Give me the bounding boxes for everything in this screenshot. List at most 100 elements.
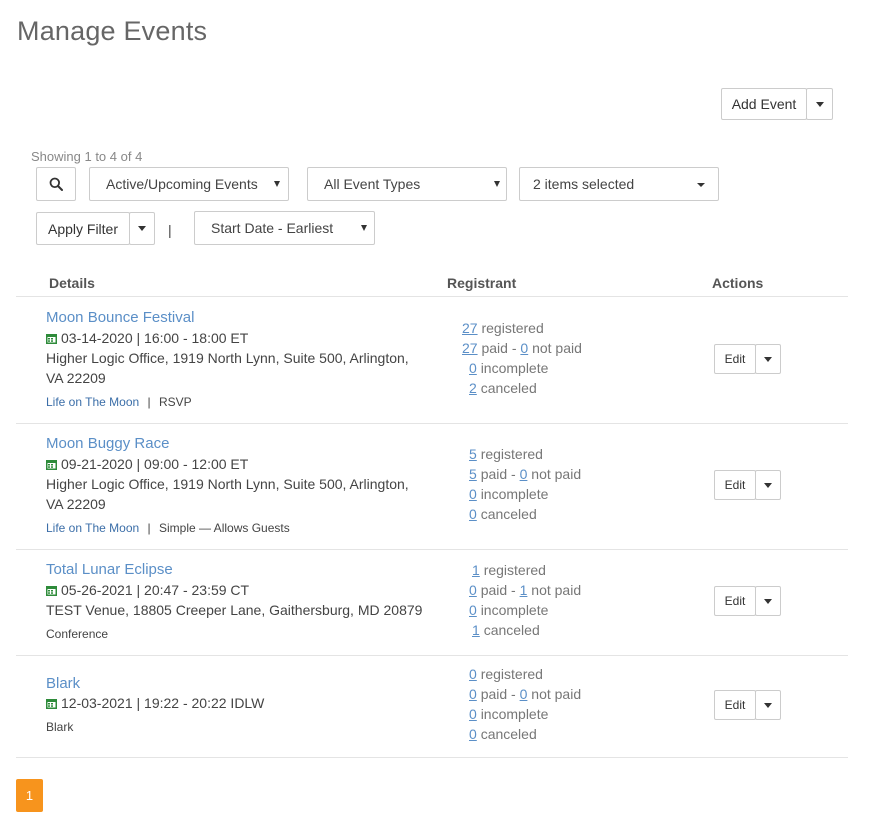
event-type-filter-value: All Event Types xyxy=(324,176,421,192)
paid-label: paid xyxy=(480,466,508,482)
edit-dropdown-toggle[interactable] xyxy=(755,470,781,500)
event-title-link[interactable]: Blark xyxy=(46,675,80,692)
paid-count-link[interactable]: 27 xyxy=(462,340,478,356)
canceled-count-link[interactable]: 0 xyxy=(469,726,477,742)
page-title: Manage Events xyxy=(17,16,208,46)
edit-button-group: Edit xyxy=(714,690,781,720)
registered-count-link[interactable]: 0 xyxy=(469,666,477,682)
event-location: Higher Logic Office, 1919 North Lynn, Su… xyxy=(46,350,409,386)
caret-down-icon xyxy=(138,226,146,231)
event-date-text: 05-26-2021 | 20:47 - 23:59 CT xyxy=(61,582,250,598)
paid-label: paid xyxy=(480,686,508,702)
add-event-button[interactable]: Add Event xyxy=(721,88,807,120)
edit-label: Edit xyxy=(724,594,746,608)
not-paid-count-link[interactable]: 1 xyxy=(520,582,528,598)
dash-separator: - xyxy=(511,686,516,702)
event-category-link[interactable]: Life on The Moon xyxy=(46,395,139,409)
edit-button[interactable]: Edit xyxy=(714,586,756,616)
event-title-link[interactable]: Moon Buggy Race xyxy=(46,435,169,452)
event-date: 09-21-2020 | 09:00 - 12:00 ET xyxy=(46,456,248,472)
registered-label: registered xyxy=(481,320,544,336)
event-type-filter-select[interactable]: All Event Types xyxy=(307,167,507,201)
registered-count-link[interactable]: 27 xyxy=(462,320,478,336)
paid-count-link[interactable]: 0 xyxy=(469,582,477,598)
event-category-link[interactable]: Life on The Moon xyxy=(46,521,139,535)
edit-label: Edit xyxy=(724,698,746,712)
apply-filter-dropdown-toggle[interactable] xyxy=(129,212,155,245)
edit-dropdown-toggle[interactable] xyxy=(755,690,781,720)
edit-label: Edit xyxy=(724,478,746,492)
incomplete-label: incomplete xyxy=(480,706,549,722)
paid-label: paid xyxy=(481,340,508,356)
edit-dropdown-toggle[interactable] xyxy=(755,344,781,374)
event-date-text: 03-14-2020 | 16:00 - 18:00 ET xyxy=(61,330,249,346)
pagination-page-current[interactable]: 1 xyxy=(16,779,43,812)
not-paid-count-link[interactable]: 0 xyxy=(520,466,528,482)
dash-separator: - xyxy=(511,466,516,482)
edit-button[interactable]: Edit xyxy=(714,690,756,720)
dash-separator: - xyxy=(511,582,516,598)
filter-separator: | xyxy=(168,222,172,238)
status-filter-select[interactable]: Active/Upcoming Events xyxy=(89,167,289,201)
event-date: 12-03-2021 | 19:22 - 20:22 IDLW xyxy=(46,695,264,711)
canceled-label: canceled xyxy=(480,380,537,396)
dropdown-arrow-icon xyxy=(361,225,367,231)
status-filter-value: Active/Upcoming Events xyxy=(106,176,258,192)
search-button[interactable] xyxy=(36,167,76,201)
edit-button[interactable]: Edit xyxy=(714,344,756,374)
caret-down-icon xyxy=(815,101,824,107)
incomplete-count-link[interactable]: 0 xyxy=(469,706,477,722)
meta-separator: | xyxy=(147,395,151,409)
calendar-icon xyxy=(46,459,57,470)
registered-label: registered xyxy=(480,666,543,682)
canceled-count-link[interactable]: 1 xyxy=(472,622,480,638)
dropdown-arrow-icon xyxy=(274,181,280,187)
apply-filter-label: Apply Filter xyxy=(47,220,119,237)
registered-count-link[interactable]: 1 xyxy=(472,562,480,578)
registered-count-link[interactable]: 5 xyxy=(469,446,477,462)
paid-label: paid xyxy=(480,582,508,598)
edit-button-group: Edit xyxy=(714,586,781,616)
canceled-label: canceled xyxy=(480,506,537,522)
event-title-link[interactable]: Moon Bounce Festival xyxy=(46,309,194,326)
category-multiselect[interactable]: 2 items selected xyxy=(519,167,719,201)
canceled-label: canceled xyxy=(483,622,540,638)
event-type: Simple — Allows Guests xyxy=(159,521,290,535)
event-title-link[interactable]: Total Lunar Eclipse xyxy=(46,561,173,578)
table-row: Blark 12-03-2021 | 19:22 - 20:22 IDLW Bl… xyxy=(16,655,848,757)
not-paid-count-link[interactable]: 0 xyxy=(520,340,528,356)
event-type: RSVP xyxy=(159,395,192,409)
event-location: Higher Logic Office, 1919 North Lynn, Su… xyxy=(46,476,409,512)
edit-button[interactable]: Edit xyxy=(714,470,756,500)
registrant-stats: 1 registered 0 paid - 1 not paid 0 incom… xyxy=(469,560,581,640)
canceled-count-link[interactable]: 2 xyxy=(469,380,477,396)
event-meta: Blark xyxy=(46,720,73,734)
caret-down-icon xyxy=(764,356,772,362)
not-paid-label: not paid xyxy=(532,340,582,356)
add-event-dropdown-toggle[interactable] xyxy=(806,88,833,120)
edit-dropdown-toggle[interactable] xyxy=(755,586,781,616)
incomplete-count-link[interactable]: 0 xyxy=(469,360,477,376)
not-paid-label: not paid xyxy=(531,466,582,482)
event-date: 03-14-2020 | 16:00 - 18:00 ET xyxy=(46,330,248,346)
paid-count-link[interactable]: 0 xyxy=(469,686,477,702)
registrant-stats: 0 registered 0 paid - 0 not paid 0 incom… xyxy=(469,664,581,744)
sort-select[interactable]: Start Date - Earliest xyxy=(194,211,375,245)
edit-button-group: Edit xyxy=(714,470,781,500)
caret-down-icon xyxy=(764,702,772,708)
apply-filter-button[interactable]: Apply Filter xyxy=(36,212,130,245)
canceled-count-link[interactable]: 0 xyxy=(469,506,477,522)
column-header-actions: Actions xyxy=(712,275,764,291)
meta-separator: | xyxy=(147,521,151,535)
category-multiselect-value: 2 items selected xyxy=(533,176,635,192)
not-paid-count-link[interactable]: 0 xyxy=(520,686,528,702)
paid-count-link[interactable]: 5 xyxy=(469,466,477,482)
event-meta: Conference xyxy=(46,627,108,641)
event-category: Blark xyxy=(46,720,74,734)
incomplete-count-link[interactable]: 0 xyxy=(469,486,477,502)
event-date-text: 09-21-2020 | 09:00 - 12:00 ET xyxy=(61,456,249,472)
incomplete-count-link[interactable]: 0 xyxy=(469,602,477,618)
table-row: Moon Bounce Festival 03-14-2020 | 16:00 … xyxy=(16,297,848,424)
registered-label: registered xyxy=(480,446,543,462)
event-date-text: 12-03-2021 | 19:22 - 20:22 IDLW xyxy=(61,695,265,711)
